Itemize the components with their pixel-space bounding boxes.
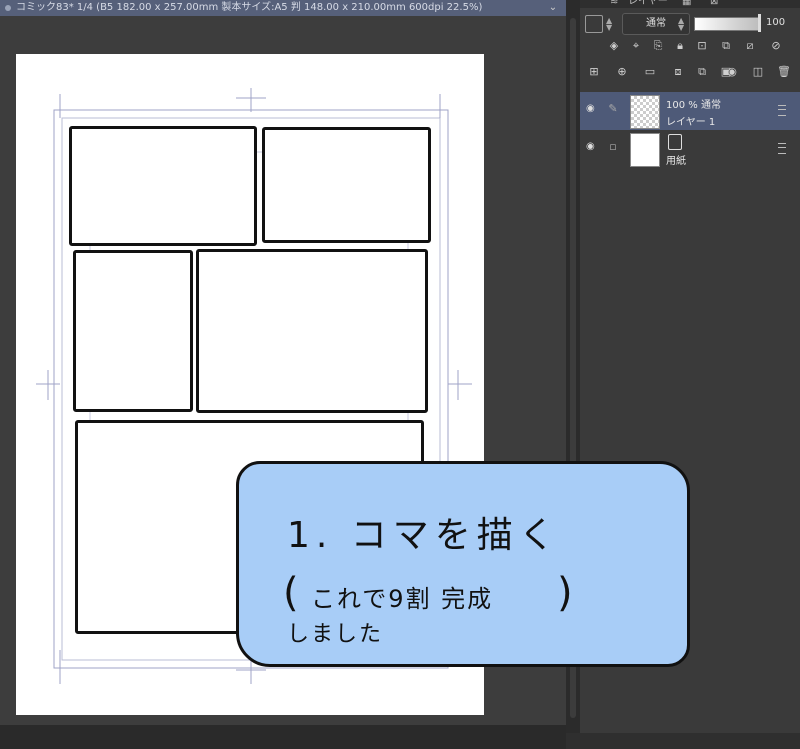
- document-status-icon: [5, 5, 11, 11]
- layer-opacity-blend: 100 % 通常: [666, 100, 721, 111]
- annotation-note: 1. コマを描く ( これで9割 完成 しました ): [236, 461, 690, 667]
- new-folder-icon[interactable]: ▭: [642, 64, 658, 80]
- eye-icon[interactable]: ◉: [586, 142, 598, 152]
- swatch-stepper-icon[interactable]: ▲ ▼: [606, 17, 612, 32]
- lock-transparency-icon[interactable]: ⊡: [694, 38, 710, 54]
- layer-row-paper[interactable]: ◉ ▫ 用紙: [580, 130, 800, 168]
- layer-toolbar-top: ◈ ⌖ ⎘ 🔒︎ ⊡ ⧉ ⧄ ⊘: [580, 38, 800, 62]
- layer-name[interactable]: レイヤー 1: [666, 113, 715, 128]
- mask-icon[interactable]: ◉: [724, 64, 740, 80]
- note-subtext-line2: しました: [287, 622, 384, 647]
- chevron-down-icon[interactable]: ⌄: [546, 0, 560, 16]
- note-step-title: 1. コマを描く: [287, 515, 561, 556]
- comic-panel: [262, 127, 431, 243]
- note-subtext-line1: これで9割 完成: [311, 585, 494, 613]
- palette-color-icon[interactable]: ⊘: [768, 38, 784, 54]
- tab-layer[interactable]: レイヤー: [628, 0, 668, 8]
- opacity-value[interactable]: 100: [766, 17, 785, 28]
- comic-panel: [69, 126, 257, 246]
- layer-color-swatch[interactable]: [585, 15, 603, 33]
- ruler-layer-icon[interactable]: ⌖: [628, 38, 644, 54]
- paper-layer-icon: [668, 134, 682, 150]
- layer-menu-icon[interactable]: [778, 143, 786, 154]
- mask-link-icon[interactable]: ⧄: [742, 38, 758, 54]
- canvas-bottom-strip: [0, 725, 566, 749]
- layer-thumbnail: [630, 95, 660, 129]
- new-vector-layer-icon[interactable]: ⊕: [614, 64, 630, 80]
- note-paren-open: (: [283, 570, 299, 616]
- layer-toolbar-bottom: ⊞ ⊕ ▭ ⧈ ⧉ ▣ ◉ ◫ 🗑︎: [580, 64, 800, 88]
- merge-down-icon[interactable]: ⧉: [694, 64, 710, 80]
- layer-name[interactable]: 用紙: [666, 152, 686, 167]
- eye-icon[interactable]: ◉: [586, 104, 598, 114]
- note-paren-close: ): [557, 570, 573, 616]
- transfer-down-icon[interactable]: ⧈: [670, 64, 686, 80]
- opacity-slider[interactable]: [694, 17, 760, 31]
- palette-tabs: ≋ レイヤー ▦ ⊠: [580, 0, 800, 8]
- lock-icon[interactable]: 🔒︎: [672, 38, 688, 54]
- delete-layer-icon[interactable]: 🗑︎: [776, 64, 792, 80]
- reference-layer-icon[interactable]: ◈: [606, 38, 622, 54]
- checkbox-icon[interactable]: ▫: [606, 140, 620, 156]
- apply-mask-icon[interactable]: ◫: [750, 64, 766, 80]
- mask-enable-icon[interactable]: ⧉: [718, 38, 734, 54]
- opacity-slider-handle[interactable]: [758, 14, 761, 32]
- layer-property-bar: ▲ ▼ 通常 ▲ ▼ 100: [580, 8, 800, 38]
- layer-row-layer1[interactable]: ◉ ✎ 100 % 通常 レイヤー 1: [580, 92, 800, 130]
- layer-thumbnail: [630, 133, 660, 167]
- blend-stepper-icon[interactable]: ▲ ▼: [678, 17, 684, 32]
- tab-search-icon[interactable]: ⊠: [710, 0, 718, 8]
- document-tab[interactable]: コミック83* 1/4 (B5 182.00 x 257.00mm 製本サイズ:…: [0, 0, 566, 16]
- comic-panel: [73, 250, 193, 412]
- comic-panel: [196, 249, 428, 413]
- document-title: コミック83* 1/4 (B5 182.00 x 257.00mm 製本サイズ:…: [16, 2, 483, 13]
- tab-navigator-icon[interactable]: ▦: [682, 0, 691, 8]
- layers-tab-icon[interactable]: ≋: [610, 0, 618, 8]
- pen-icon[interactable]: ✎: [606, 102, 620, 118]
- layer-menu-icon[interactable]: [778, 105, 786, 116]
- new-raster-layer-icon[interactable]: ⊞: [586, 64, 602, 80]
- clip-layer-icon[interactable]: ⎘: [650, 38, 666, 54]
